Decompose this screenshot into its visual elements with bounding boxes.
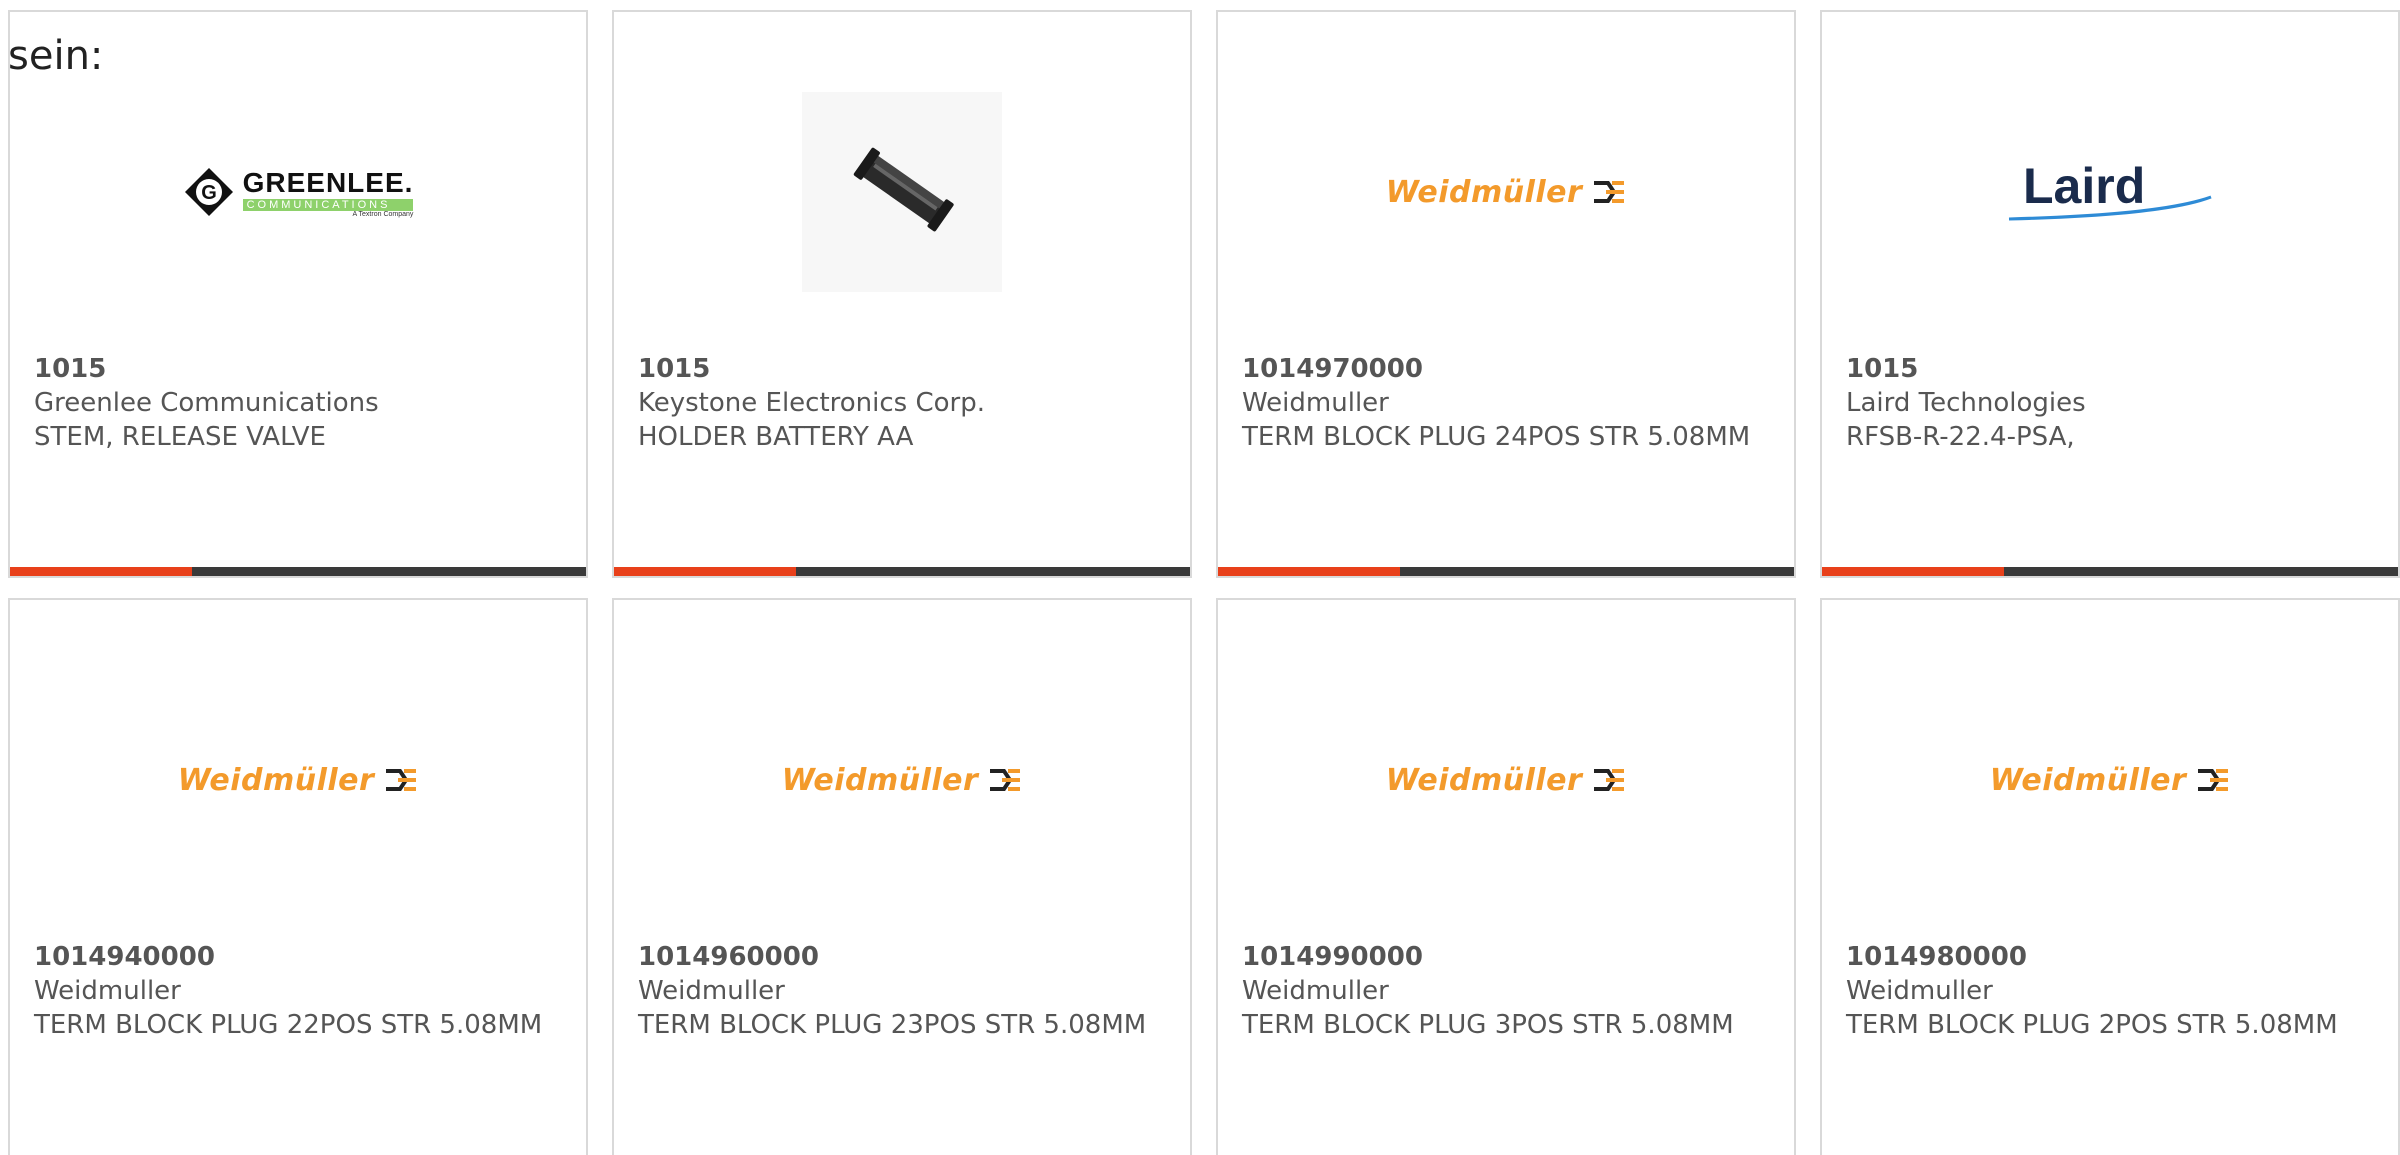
product-card[interactable]: Weidmüller 1014970000 Weidmuller TERM BL… [1216, 10, 1796, 578]
product-grid: G GREENLEE. COMMUNICATIONS A Textron Com… [8, 10, 2400, 1155]
part-number[interactable]: 1014990000 [1242, 940, 1774, 974]
weidmuller-logo-text: Weidmüller [1385, 762, 1583, 798]
product-image: Weidmüller [1218, 82, 1794, 302]
card-accent-bar [10, 567, 192, 576]
card-bottom-bar [1218, 567, 1794, 576]
card-accent-bar [614, 567, 796, 576]
greenlee-mark-icon: G [184, 168, 233, 216]
product-info: 1014940000 Weidmuller TERM BLOCK PLUG 22… [34, 940, 566, 1042]
weidmuller-logo: Weidmüller [1386, 763, 1627, 798]
greenlee-logo-text: GREENLEE. [242, 166, 414, 198]
weidmuller-logo-text: Weidmüller [1989, 762, 2187, 798]
product-info: 1015 Greenlee Communications STEM, RELEA… [34, 352, 566, 454]
part-number[interactable]: 1015 [638, 352, 1170, 386]
description: TERM BLOCK PLUG 22POS STR 5.08MM [34, 1010, 543, 1040]
product-card[interactable]: Weidmüller 1014960000 Weidmuller TERM BL… [612, 598, 1192, 1155]
product-image [614, 82, 1190, 302]
description: TERM BLOCK PLUG 2POS STR 5.08MM [1846, 1010, 2338, 1040]
description: TERM BLOCK PLUG 24POS STR 5.08MM [1242, 422, 1751, 452]
product-card[interactable]: Weidmüller 1014940000 Weidmuller TERM BL… [8, 598, 588, 1155]
description: TERM BLOCK PLUG 3POS STR 5.08MM [1242, 1010, 1734, 1040]
weidmuller-logo-text: Weidmüller [177, 762, 375, 798]
weidmuller-logo: Weidmüller [1990, 763, 2231, 798]
card-bottom-bar [1822, 567, 2398, 576]
manufacturer: Weidmuller [1242, 388, 1389, 418]
product-info: 1014990000 Weidmuller TERM BLOCK PLUG 3P… [1242, 940, 1774, 1042]
weidmuller-mark-icon [1594, 769, 1625, 791]
weidmuller-mark-icon [2198, 769, 2229, 791]
product-card[interactable]: 1015 Keystone Electronics Corp. HOLDER B… [612, 10, 1192, 578]
weidmuller-logo-text: Weidmüller [781, 762, 979, 798]
battery-holder-icon [853, 147, 954, 232]
greenlee-logo: G GREENLEE. COMMUNICATIONS A Textron Com… [183, 166, 414, 218]
product-image: Weidmüller [1822, 670, 2398, 890]
weidmuller-logo: Weidmüller [1386, 175, 1627, 210]
product-image: G GREENLEE. COMMUNICATIONS A Textron Com… [10, 82, 586, 302]
weidmuller-logo: Weidmüller [178, 763, 419, 798]
card-bottom-bar [10, 567, 586, 576]
greenlee-logo-subtext: COMMUNICATIONS [242, 198, 414, 211]
laird-swoosh-icon [2008, 195, 2212, 221]
product-image: Weidmüller [10, 670, 586, 890]
manufacturer: Laird Technologies [1846, 388, 2086, 418]
product-card[interactable]: G GREENLEE. COMMUNICATIONS A Textron Com… [8, 10, 588, 578]
battery-holder-photo [802, 92, 1002, 292]
description: TERM BLOCK PLUG 23POS STR 5.08MM [638, 1010, 1147, 1040]
intro-text: sein: [8, 33, 104, 79]
product-info: 1014970000 Weidmuller TERM BLOCK PLUG 24… [1242, 352, 1774, 454]
product-info: 1014960000 Weidmuller TERM BLOCK PLUG 23… [638, 940, 1170, 1042]
greenlee-logo-tagline: A Textron Company [352, 210, 414, 218]
manufacturer: Keystone Electronics Corp. [638, 388, 986, 418]
part-number[interactable]: 1015 [34, 352, 566, 386]
part-number[interactable]: 1014960000 [638, 940, 1170, 974]
card-accent-bar [1218, 567, 1400, 576]
manufacturer: Weidmuller [1242, 976, 1389, 1006]
weidmuller-mark-icon [990, 769, 1021, 791]
product-image: Weidmüller [614, 670, 1190, 890]
page: sein: G GREENLEE. COMMUNICATIONS A Textr… [0, 0, 2400, 1155]
weidmuller-mark-icon [1594, 181, 1625, 203]
product-image: Weidmüller [1218, 670, 1794, 890]
svg-text:G: G [201, 182, 217, 204]
description: STEM, RELEASE VALVE [34, 422, 326, 452]
description: HOLDER BATTERY AA [638, 422, 914, 452]
manufacturer: Weidmuller [1846, 976, 1993, 1006]
part-number[interactable]: 1014970000 [1242, 352, 1774, 386]
part-number[interactable]: 1015 [1846, 352, 2378, 386]
manufacturer: Greenlee Communications [34, 388, 379, 418]
manufacturer: Weidmuller [34, 976, 181, 1006]
product-info: 1015 Laird Technologies RFSB-R-22.4-PSA, [1846, 352, 2378, 454]
product-card[interactable]: Weidmüller 1014990000 Weidmuller TERM BL… [1216, 598, 1796, 1155]
laird-logo: Laird [2005, 157, 2215, 227]
product-card[interactable]: Laird 1015 Laird Technologies RFSB-R-22.… [1820, 10, 2400, 578]
product-info: 1014980000 Weidmuller TERM BLOCK PLUG 2P… [1846, 940, 2378, 1042]
part-number[interactable]: 1014940000 [34, 940, 566, 974]
weidmuller-logo: Weidmüller [782, 763, 1023, 798]
card-accent-bar [1822, 567, 2004, 576]
part-number[interactable]: 1014980000 [1846, 940, 2378, 974]
description: RFSB-R-22.4-PSA, [1846, 422, 2075, 452]
card-bottom-bar [614, 567, 1190, 576]
manufacturer: Weidmuller [638, 976, 785, 1006]
product-image: Laird [1822, 82, 2398, 302]
product-card[interactable]: Weidmüller 1014980000 Weidmuller TERM BL… [1820, 598, 2400, 1155]
product-info: 1015 Keystone Electronics Corp. HOLDER B… [638, 352, 1170, 454]
weidmuller-logo-text: Weidmüller [1385, 174, 1583, 210]
weidmuller-mark-icon [386, 769, 417, 791]
